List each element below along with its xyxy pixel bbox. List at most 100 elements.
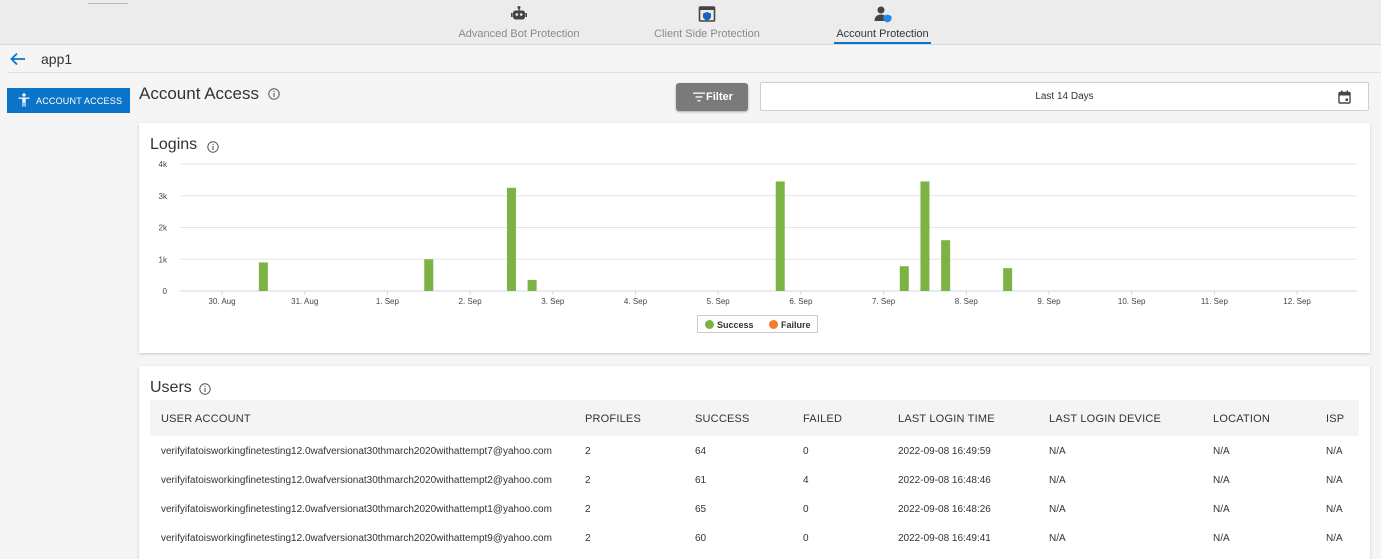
sidebar-item-label: ACCOUNT ACCESS [36,96,123,106]
back-arrow-icon[interactable] [10,52,26,66]
column-header-profiles[interactable]: PROFILES [585,413,641,425]
calendar-icon[interactable] [1338,90,1351,104]
info-icon[interactable] [199,383,211,395]
page-title: Account Access [139,84,260,103]
cell-success: 64 [695,446,707,457]
x-tick-label: 10. Sep [1118,297,1146,306]
legend-marker [769,320,778,329]
table-row[interactable]: verifyifatoisworkingfinetesting12.0wafve… [150,494,1359,523]
cell-last-login-device: N/A [1049,446,1066,457]
cell-success: 61 [695,475,707,486]
chart-bar [899,266,909,291]
x-tick-label: 7. Sep [872,297,896,306]
cell-user-account: verifyifatoisworkingfinetesting12.0wafve… [161,446,552,457]
x-tick-label: 31. Aug [291,297,318,306]
tab-account-protection[interactable]: Account Protection [834,0,931,45]
cell-user-account: verifyifatoisworkingfinetesting12.0wafve… [161,475,552,486]
top-nav: Advanced Bot Protection Client Side Prot… [0,0,1381,45]
cell-success: 60 [695,533,707,544]
column-header-success[interactable]: SUCCESS [695,413,750,425]
chart-bar [941,240,951,291]
cell-last-login-time: 2022-09-08 16:48:26 [898,504,991,515]
cell-user-account: verifyifatoisworkingfinetesting12.0wafve… [161,504,552,515]
tab-client-side-protection[interactable]: Client Side Protection [648,0,766,45]
legend-label: Success [717,320,754,330]
x-tick-label: 1. Sep [376,297,400,306]
column-header-location[interactable]: LOCATION [1213,413,1270,425]
x-tick-label: 8. Sep [955,297,979,306]
tab-label: Client Side Protection [654,28,760,40]
tab-label: Account Protection [836,28,929,40]
column-header-last-login-device[interactable]: LAST LOGIN DEVICE [1049,413,1161,425]
cell-last-login-device: N/A [1049,504,1066,515]
chart-bar [1003,268,1013,291]
y-tick-label: 4k [159,160,168,169]
y-tick-label: 1k [159,255,168,264]
header-fragment [88,0,128,4]
filter-label: Filter [706,91,733,103]
column-header-last-login-time[interactable]: LAST LOGIN TIME [898,413,995,425]
column-header-failed[interactable]: FAILED [803,413,842,425]
sidebar-item-account-access[interactable]: ACCOUNT ACCESS [7,88,130,113]
y-tick-label: 3k [159,192,168,201]
breadcrumb: app1 [0,45,1381,73]
chart-bar [258,262,268,291]
logins-card: Logins 0 1k 2k 3k 4k 30. Aug 31. Aug 1. Sep 2. S… [139,123,1370,353]
x-tick-label: 12. Sep [1283,297,1311,306]
chart-bar [527,279,537,291]
y-tick-label: 2k [159,224,168,233]
cell-last-login-device: N/A [1049,475,1066,486]
user-shield-icon [874,6,891,23]
x-tick-label: 9. Sep [1037,297,1061,306]
cell-profiles: 2 [585,504,591,515]
cell-location: N/A [1213,533,1230,544]
x-tick-label: 5. Sep [707,297,731,306]
table-row[interactable]: verifyifatoisworkingfinetesting12.0wafve… [150,523,1359,552]
cell-failed: 0 [803,504,809,515]
y-tick-label: 0 [163,287,168,296]
users-title: Users [150,379,192,396]
column-header-user-account[interactable]: USER ACCOUNT [161,413,251,425]
cell-profiles: 2 [585,475,591,486]
cell-isp: N/A [1326,533,1343,544]
date-range-value: Last 14 Days [1035,91,1094,102]
users-card: Users USER ACCOUNT PROFILES SUCCESS FAIL… [139,366,1370,559]
filter-button[interactable]: Filter [676,83,748,111]
cell-isp: N/A [1326,504,1343,515]
column-header-isp[interactable]: ISP [1326,413,1344,425]
info-icon[interactable] [268,88,280,100]
cell-failed: 4 [803,475,809,486]
chart-bar [775,181,785,291]
logins-chart: 0 1k 2k 3k 4k 30. Aug 31. Aug 1. Sep 2. Sep 3. Se… [159,160,1357,306]
x-tick-label: 30. Aug [208,297,235,306]
divider [8,72,1381,73]
cell-last-login-device: N/A [1049,533,1066,544]
chart-bar [920,181,930,291]
person-icon [18,93,30,107]
x-tick-label: 4. Sep [624,297,648,306]
tab-label: Advanced Bot Protection [458,28,580,40]
filter-icon [693,92,705,102]
cell-isp: N/A [1326,446,1343,457]
users-table-header: USER ACCOUNT PROFILES SUCCESS FAILED LAS… [150,400,1359,436]
chart-bar [424,259,434,291]
x-tick-label: 3. Sep [541,297,565,306]
cell-profiles: 2 [585,446,591,457]
x-tick-label: 2. Sep [459,297,483,306]
browser-shield-icon [698,6,716,22]
active-tab-indicator [834,42,931,44]
cell-last-login-time: 2022-09-08 16:49:59 [898,446,991,457]
table-row[interactable]: verifyifatoisworkingfinetesting12.0wafve… [150,436,1359,465]
legend-label: Failure [781,320,811,330]
date-range-picker[interactable]: Last 14 Days [760,82,1369,111]
cell-failed: 0 [803,533,809,544]
cell-failed: 0 [803,446,809,457]
cell-location: N/A [1213,475,1230,486]
tab-advanced-bot-protection[interactable]: Advanced Bot Protection [453,0,585,45]
cell-location: N/A [1213,504,1230,515]
cell-location: N/A [1213,446,1230,457]
x-tick-label: 6. Sep [789,297,813,306]
cell-last-login-time: 2022-09-08 16:48:46 [898,475,991,486]
chart-bar [506,187,516,291]
table-row[interactable]: verifyifatoisworkingfinetesting12.0wafve… [150,465,1359,494]
